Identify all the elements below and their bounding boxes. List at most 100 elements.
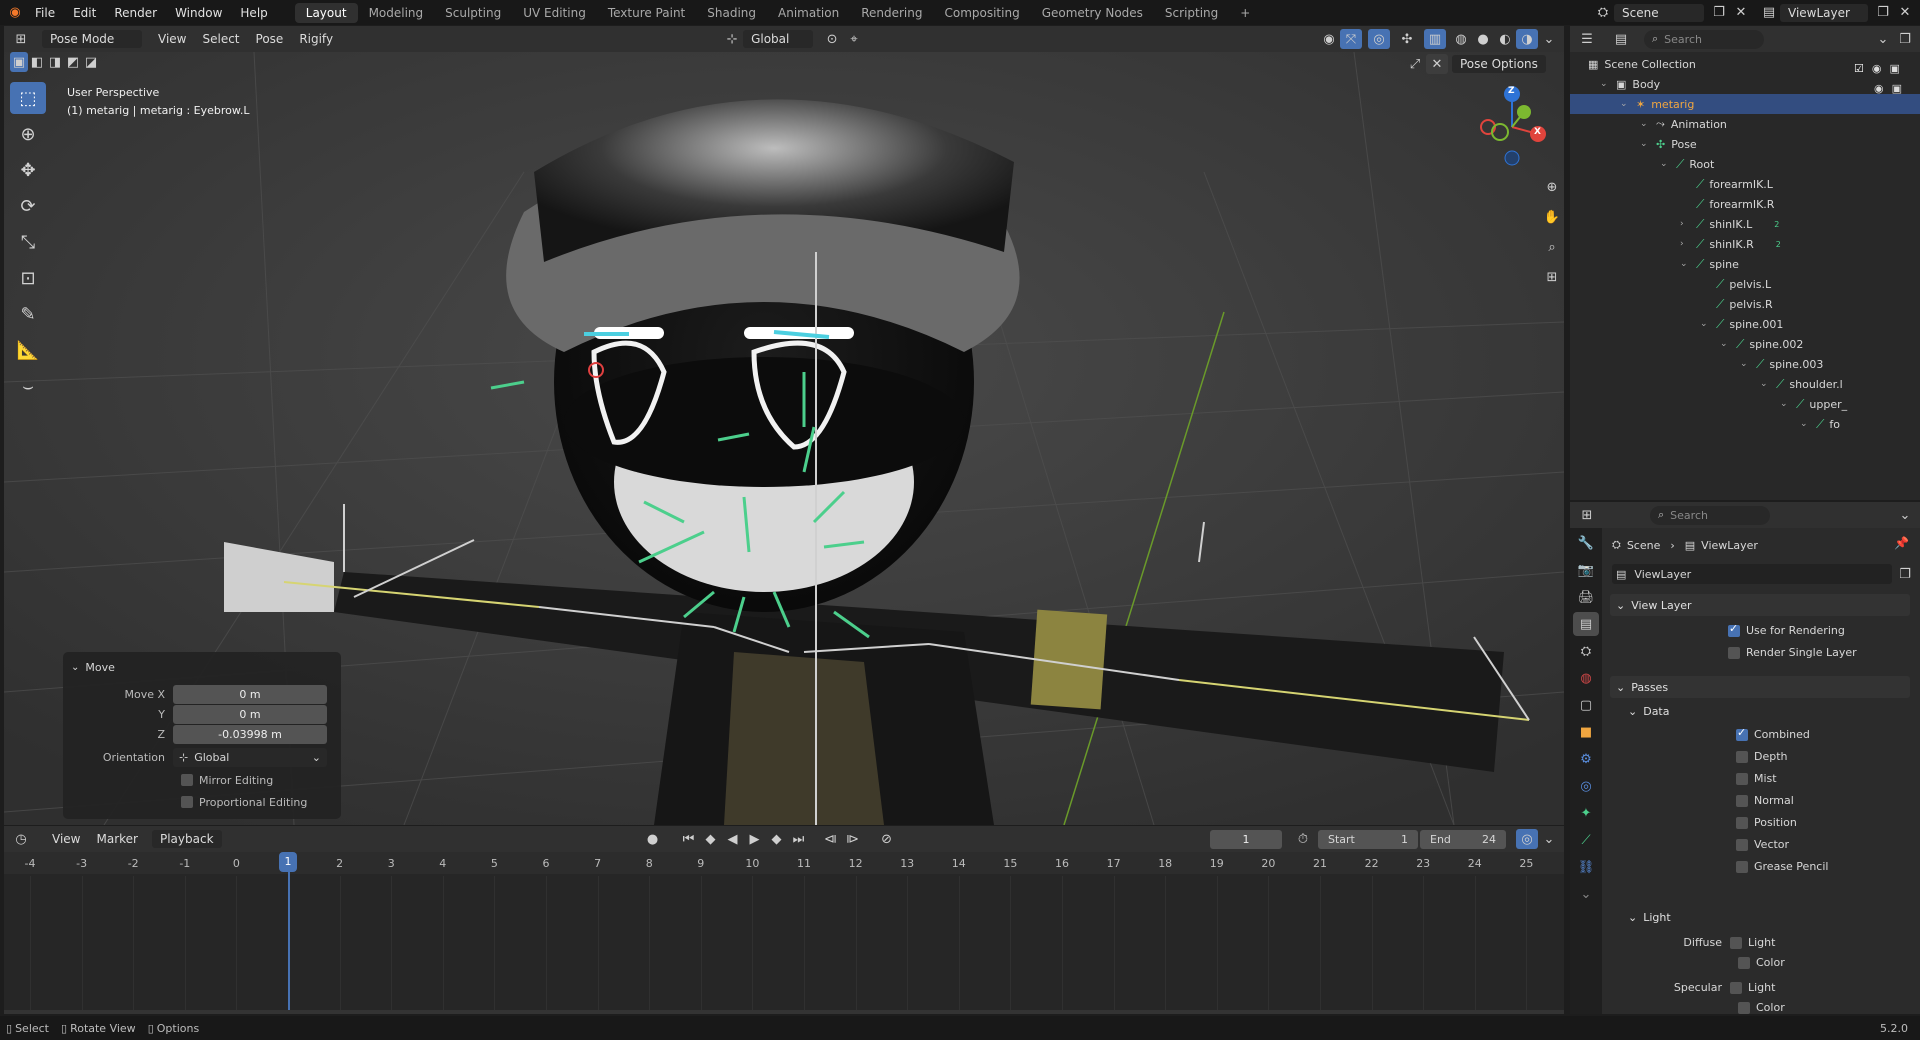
- expand-chevron-icon[interactable]: ⌄: [1720, 339, 1732, 349]
- properties-editor-type-icon[interactable]: ⊞: [1576, 505, 1598, 525]
- menu-pose[interactable]: Pose: [248, 30, 292, 48]
- preview-range-icon[interactable]: ⏱: [1292, 829, 1314, 849]
- outliner-row[interactable]: › ⟋ shinIK.R 2: [1570, 234, 1920, 254]
- proportional-icon[interactable]: ⤢: [1404, 54, 1426, 74]
- object-data-tab-icon[interactable]: ✦: [1573, 801, 1599, 825]
- proportional-editing-checkbox[interactable]: Proportional Editing: [181, 793, 307, 811]
- tab-modeling[interactable]: Modeling: [358, 3, 435, 23]
- use-for-rendering-checkbox[interactable]: Use for Rendering: [1728, 622, 1845, 637]
- outliner-row[interactable]: ⟋ pelvis.R: [1570, 294, 1920, 314]
- use-for-rendering-box[interactable]: [1728, 622, 1740, 637]
- outliner-row[interactable]: ⌄ ⟋ spine.001: [1570, 314, 1920, 334]
- scene-selector[interactable]: Scene: [1614, 3, 1704, 22]
- gizmo-toggle-icon[interactable]: ⤧: [1340, 29, 1362, 49]
- move-tool-icon[interactable]: ✥: [10, 154, 46, 186]
- outliner-row[interactable]: ⌄ ⟋ fo: [1570, 414, 1920, 434]
- menu-window[interactable]: Window: [166, 6, 231, 20]
- outliner-panel[interactable]: ▦ Scene Collection ⌄ ▣ Body ⌄ ✶ metarig ⌄ ⤳ Anim…: [1570, 52, 1920, 500]
- outliner-search[interactable]: ⌕ Search: [1644, 29, 1764, 49]
- zoom-icon[interactable]: ⊕: [1541, 177, 1563, 197]
- select-invert-icon[interactable]: ◩: [64, 52, 82, 72]
- pass-checkbox-box[interactable]: [1736, 838, 1748, 851]
- tab-texture-paint[interactable]: Texture Paint: [597, 3, 696, 23]
- collection-tab-icon[interactable]: ▢: [1573, 693, 1599, 717]
- expand-chevron-icon[interactable]: ›: [1680, 239, 1692, 249]
- world-tab-icon[interactable]: ◍: [1573, 666, 1599, 690]
- expand-chevron-icon[interactable]: ⌄: [1620, 99, 1632, 109]
- tab-sculpting[interactable]: Sculpting: [434, 3, 512, 23]
- tab-geometry-nodes[interactable]: Geometry Nodes: [1031, 3, 1154, 23]
- mirror-editing-box[interactable]: [181, 774, 193, 786]
- pivot-icon[interactable]: ⊙: [821, 29, 843, 49]
- tab-rendering[interactable]: Rendering: [850, 3, 933, 23]
- pin-icon[interactable]: 📌: [1894, 536, 1909, 550]
- orientation-dropdown[interactable]: ⊹ Global ⌄: [173, 747, 327, 767]
- expand-chevron-icon[interactable]: ›: [1680, 219, 1692, 229]
- keyframe-next-icon[interactable]: ⧐: [842, 829, 864, 849]
- timeline-menu-marker[interactable]: Marker: [88, 830, 145, 848]
- pass-checkbox-box[interactable]: [1736, 726, 1748, 741]
- view-layer-icon[interactable]: ▤: [1758, 3, 1780, 23]
- camera-view-icon[interactable]: ⌕: [1541, 237, 1563, 257]
- pass-checkbox[interactable]: Depth: [1736, 750, 1788, 763]
- delete-view-layer-icon[interactable]: ✕: [1894, 3, 1916, 23]
- new-collection-icon[interactable]: ❐: [1894, 29, 1916, 49]
- transform-orientation-selector[interactable]: Global: [743, 30, 814, 48]
- select-extend-icon[interactable]: ◧: [28, 52, 46, 72]
- tab-shading[interactable]: Shading: [696, 3, 767, 23]
- jump-keyframe-back-icon[interactable]: ◆: [700, 829, 722, 849]
- outliner-row[interactable]: ⌄ ⟋ upper_: [1570, 394, 1920, 414]
- pass-checkbox[interactable]: Vector: [1736, 838, 1789, 851]
- proportional-editing-box[interactable]: [181, 796, 193, 808]
- expand-chevron-icon[interactable]: ⌄: [1640, 139, 1652, 149]
- outliner-row[interactable]: ⟋ pelvis.L: [1570, 274, 1920, 294]
- outliner-row[interactable]: ⌄ ⟋ Root: [1570, 154, 1920, 174]
- outliner-row[interactable]: ⌄ ⟋ spine: [1570, 254, 1920, 274]
- cursor-tool-icon[interactable]: ⊕: [10, 118, 46, 150]
- move-y-field[interactable]: 0 m: [173, 704, 327, 724]
- pan-hand-icon[interactable]: ✋: [1541, 207, 1563, 227]
- physics-tab-icon[interactable]: ◎: [1573, 774, 1599, 798]
- view-layer-section-header[interactable]: ⌄ View Layer: [1610, 594, 1910, 616]
- menu-render[interactable]: Render: [105, 6, 166, 20]
- render-single-layer-box[interactable]: [1728, 646, 1740, 659]
- jump-keyframe-forward-icon[interactable]: ◆: [766, 829, 788, 849]
- jump-start-icon[interactable]: ⏮: [678, 829, 700, 849]
- pass-checkbox-box[interactable]: [1736, 816, 1748, 829]
- metarig-camera-icon[interactable]: ▣: [1892, 82, 1902, 95]
- data-subsection-header[interactable]: ⌄ Data: [1610, 700, 1910, 722]
- current-frame-field[interactable]: 1: [1210, 829, 1282, 849]
- outliner-editor-type-icon[interactable]: ☰: [1576, 29, 1598, 49]
- pass-checkbox[interactable]: Combined: [1736, 726, 1810, 741]
- pass-checkbox-box[interactable]: [1736, 772, 1748, 785]
- xray-toggle-icon[interactable]: ▥: [1424, 29, 1446, 49]
- light-subsection-header[interactable]: ⌄ Light: [1610, 906, 1910, 928]
- metarig-eye-icon[interactable]: ◉: [1874, 82, 1884, 95]
- pass-checkbox-box[interactable]: [1736, 750, 1748, 763]
- new-view-layer-icon[interactable]: ❐: [1872, 3, 1894, 23]
- mode-selector[interactable]: Pose Mode: [42, 30, 142, 48]
- menu-file[interactable]: File: [26, 6, 64, 20]
- properties-options-icon[interactable]: ⌄: [1894, 505, 1916, 525]
- timeline-options-icon[interactable]: ⌄: [1538, 829, 1560, 849]
- shading-options-icon[interactable]: ⌄: [1538, 29, 1560, 49]
- tab-compositing[interactable]: Compositing: [933, 3, 1030, 23]
- timeline-menu-view[interactable]: View: [44, 830, 88, 848]
- outliner-display-mode-icon[interactable]: ▤: [1610, 29, 1632, 49]
- navigation-gizmo[interactable]: Z X: [1472, 82, 1552, 172]
- outliner-row[interactable]: ⌄ ▣ Body: [1570, 74, 1920, 94]
- keyframe-prev-icon[interactable]: ⧏: [820, 829, 842, 849]
- bone-constraint-tab-icon[interactable]: ⛓: [1573, 855, 1599, 879]
- new-scene-icon[interactable]: ❐: [1708, 3, 1730, 23]
- expand-chevron-icon[interactable]: ⌄: [1600, 79, 1612, 89]
- overlay-toggle-icon[interactable]: ◎: [1368, 29, 1390, 49]
- jump-end-icon[interactable]: ⏭: [788, 829, 810, 849]
- expand-chevron-icon[interactable]: ⌄: [1640, 119, 1652, 129]
- tab-layout[interactable]: Layout: [294, 2, 358, 23]
- pass-checkbox-box[interactable]: [1736, 860, 1748, 873]
- bone-tab-icon[interactable]: ⟋: [1573, 828, 1599, 852]
- select-box-tool-icon[interactable]: ⬚: [10, 82, 46, 114]
- start-frame-field[interactable]: Start 1: [1318, 829, 1418, 849]
- end-frame-field[interactable]: End 24: [1420, 829, 1506, 849]
- move-z-field[interactable]: -0.03998 m: [173, 724, 327, 744]
